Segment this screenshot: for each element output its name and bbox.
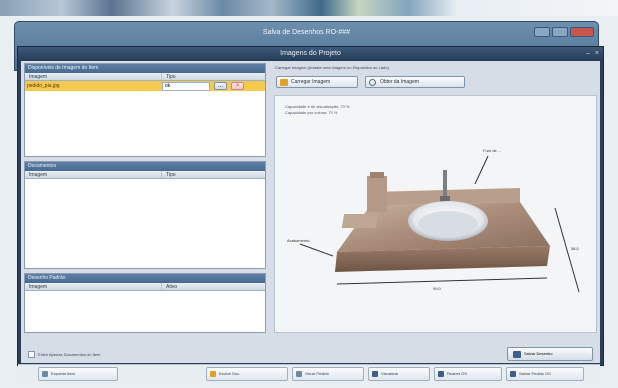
generate-order-label: Gerar Pedido xyxy=(305,371,329,376)
delete-doc-button[interactable]: Excluir Doc. xyxy=(206,367,288,381)
save-order-os-label: Salvar Pedido OS xyxy=(519,371,551,376)
load-image-button[interactable]: Carregar Imagem xyxy=(276,76,358,88)
view-image-button[interactable]: Obter da Imagem xyxy=(365,76,465,88)
delete-doc-label: Excluir Doc. xyxy=(219,371,241,376)
sink-countertop-image xyxy=(299,155,580,293)
standard-drawing-panel-title: Desenho Padrão xyxy=(25,274,265,283)
app-bottom-toolbar: Exportar Item Excluir Doc. Gerar Pedido … xyxy=(18,364,600,382)
outer-window-title: Salva de Desenhos RO-### xyxy=(262,29,351,36)
column-header-type[interactable]: Tipo xyxy=(162,73,265,80)
outer-minimize-button[interactable] xyxy=(534,27,550,37)
folder-icon xyxy=(280,79,288,86)
save-drawing-label: Salvar Desenho xyxy=(524,351,553,356)
reopen-os-label: Reabrir OS xyxy=(447,371,468,376)
taskbar-thumbnails xyxy=(0,0,618,16)
annotation-right: 58,0 xyxy=(571,246,579,251)
dialog-title: Imagens do Projeto xyxy=(18,47,603,61)
documents-panel-title: Documentos xyxy=(25,162,265,171)
save-order-os-button[interactable]: Salvar Pedido OS xyxy=(506,367,584,381)
outer-maximize-button[interactable] xyxy=(552,27,568,37)
reopen-icon xyxy=(438,371,444,377)
images-dialog: Imagens do Projeto – × Disponíveis de Im… xyxy=(17,46,604,366)
delete-row-button[interactable]: × xyxy=(231,82,244,90)
export-icon xyxy=(42,371,48,377)
column-header-active[interactable]: Ativo xyxy=(162,283,265,290)
preview-label: Visualizar xyxy=(381,371,399,376)
column-header-image[interactable]: Imagem xyxy=(25,73,162,80)
reopen-os-button[interactable]: Reabrir OS xyxy=(434,367,502,381)
dialog-controls: – × xyxy=(586,50,599,58)
edit-row-button[interactable]: ... xyxy=(214,82,227,90)
image-preview[interactable]: Capacidade e de visualização: 70 % Capac… xyxy=(274,95,597,333)
load-image-hint: Carregar Imagem (Arraste uma imagem ou D… xyxy=(275,65,389,70)
view-image-label: Obter da Imagem xyxy=(380,79,419,85)
save-icon xyxy=(513,351,521,358)
generate-order-button[interactable]: Gerar Pedido xyxy=(292,367,364,381)
preview-button[interactable]: Visualizar xyxy=(368,367,430,381)
only-item-documents-checkbox[interactable]: Exibir Apenas Documentos do Item xyxy=(28,351,100,358)
save-drawing-button[interactable]: Salvar Desenho xyxy=(507,347,593,361)
export-item-label: Exportar Item xyxy=(51,371,76,376)
order-icon xyxy=(296,371,302,377)
checkbox-box[interactable] xyxy=(28,351,35,358)
export-item-button[interactable]: Exportar Item xyxy=(38,367,118,381)
column-header-type[interactable]: Tipo xyxy=(162,171,265,178)
images-grid-header: Imagem Tipo xyxy=(25,73,265,81)
save-icon xyxy=(510,371,516,377)
checkbox-label: Exibir Apenas Documentos do Item xyxy=(38,352,101,357)
documents-grid-header: Imagem Tipo xyxy=(25,171,265,179)
minimize-icon[interactable]: – xyxy=(586,50,590,58)
dialog-body: Disponíveis de Imagem do Item Imagem Tip… xyxy=(21,61,600,363)
outer-close-button[interactable] xyxy=(570,27,594,37)
documents-panel: Documentos Imagem Tipo xyxy=(24,161,266,269)
outer-window-controls xyxy=(534,27,594,37)
table-row[interactable]: pedido_pia.jpg ok ... × xyxy=(25,81,265,91)
annotation-top: Furo de ... xyxy=(483,148,502,153)
standard-drawing-panel: Desenho Padrão Imagem Ativo xyxy=(24,273,266,333)
column-header-image[interactable]: Imagem xyxy=(25,283,162,290)
standard-drawing-grid-header: Imagem Ativo xyxy=(25,283,265,291)
image-type-field[interactable]: ok xyxy=(162,81,210,91)
annotation-bottom: 99,0 xyxy=(433,286,441,291)
load-image-label: Carregar Imagem xyxy=(291,79,331,85)
preview-icon xyxy=(372,371,378,377)
close-icon[interactable]: × xyxy=(595,50,599,58)
annotation-left: Acabamento xyxy=(287,238,310,243)
images-panel-title: Disponíveis de Imagem do Item xyxy=(25,64,265,73)
refresh-icon xyxy=(369,79,376,86)
image-filename: pedido_pia.jpg xyxy=(27,83,60,89)
column-header-image[interactable]: Imagem xyxy=(25,171,162,178)
delete-icon xyxy=(210,371,216,377)
images-panel: Disponíveis de Imagem do Item Imagem Tip… xyxy=(24,63,266,157)
